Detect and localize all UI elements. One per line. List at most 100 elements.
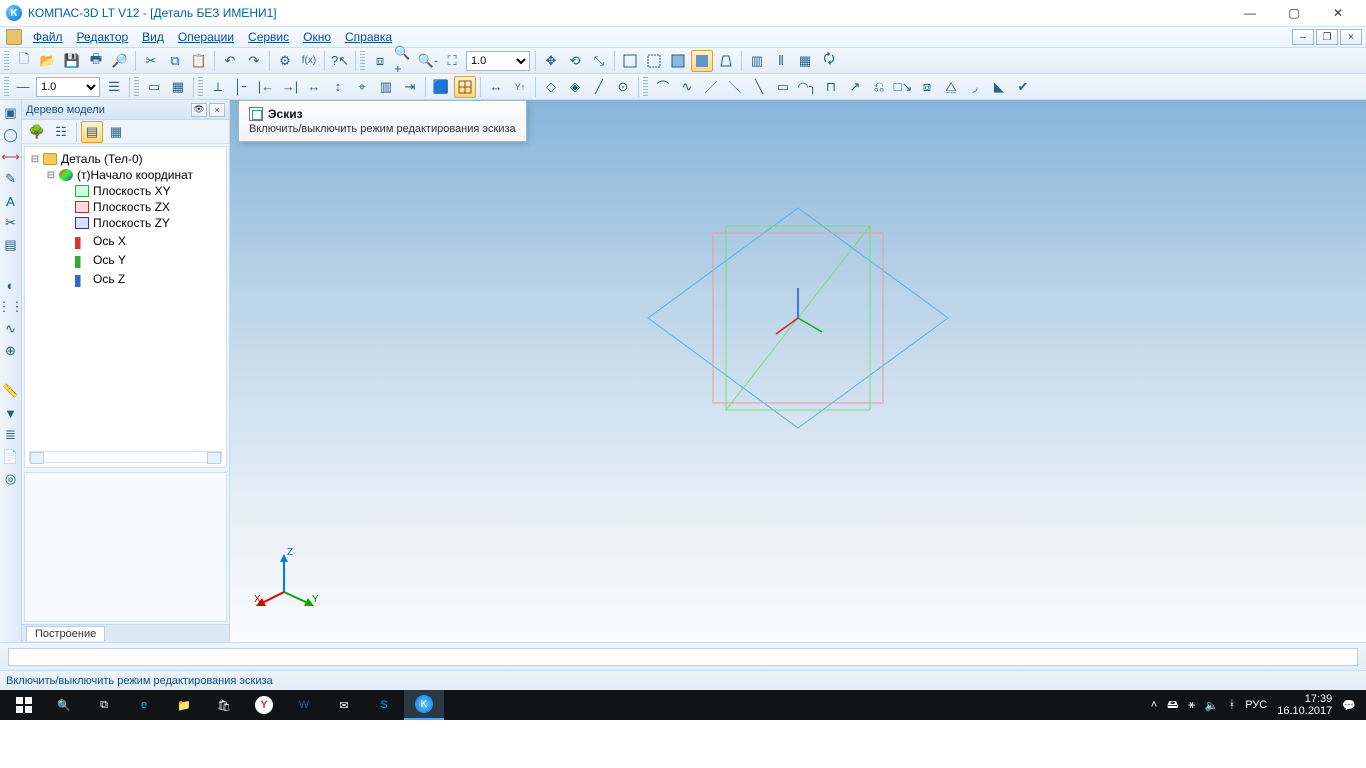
cut-button[interactable]: ✂ (140, 50, 162, 72)
color-fill-button[interactable]: 🟦 (430, 76, 452, 98)
curve-project-button[interactable]: □↘ (892, 76, 914, 98)
filters-button[interactable]: ▼ (1, 403, 21, 423)
curve-polyline-button[interactable]: ＼ (724, 76, 746, 98)
measure-button[interactable]: 📏 (1, 381, 21, 401)
line-style-button[interactable]: — (13, 76, 33, 98)
viewport-3d[interactable]: Эскиз Включить/выключить режим редактиро… (230, 100, 1366, 642)
sketch-mode-button[interactable] (454, 76, 476, 98)
toolbar-grip[interactable] (643, 77, 648, 97)
variables-button[interactable]: f(x) (298, 50, 320, 72)
mdi-minimize-button[interactable]: – (1292, 29, 1314, 45)
wireframe-button[interactable] (619, 50, 641, 72)
elements-button[interactable]: ◎ (1, 469, 21, 489)
curve-chamfer-button[interactable]: ◣ (988, 76, 1010, 98)
open-button[interactable]: 📂 (37, 50, 59, 72)
dim-horizontal-button[interactable]: ↔ (485, 76, 507, 98)
window-maximize-button[interactable]: ▢ (1272, 0, 1316, 26)
curve-offset-button[interactable]: ◠╮ (796, 76, 818, 98)
mdi-close-button[interactable]: × (1340, 29, 1362, 45)
param-button[interactable]: ▤ (1, 235, 21, 255)
curve-spline-button[interactable]: ∿ (676, 76, 698, 98)
shaded-button[interactable] (691, 50, 713, 72)
hidden-lines-button[interactable] (643, 50, 665, 72)
curve-extend-button[interactable]: ↗ (844, 76, 866, 98)
explorer-button[interactable]: 📁 (164, 690, 204, 720)
redo-button[interactable]: ↷ (243, 50, 265, 72)
toolbar-grip[interactable] (134, 77, 139, 97)
tree-hscroll[interactable] (29, 451, 222, 463)
curve-relation-button[interactable]: ⧈ (916, 76, 938, 98)
mdi-restore-button[interactable]: ❐ (1316, 29, 1338, 45)
tray-network-icon[interactable]: ⚹ (1188, 699, 1195, 712)
curve-mirror-button[interactable]: ⧋ (940, 76, 962, 98)
store-button[interactable]: 🛍 (204, 690, 244, 720)
tree-tab-build[interactable]: Построение (26, 626, 105, 641)
start-button[interactable] (4, 690, 44, 720)
array-button[interactable]: ⋮⋮ (1, 297, 21, 317)
tree-plane-xy[interactable]: Плоскость XY (61, 183, 224, 199)
save-button[interactable]: 💾 (61, 50, 83, 72)
paste-button[interactable]: 📋 (188, 50, 210, 72)
dims-button[interactable]: ⟷ (1, 147, 21, 167)
menu-ops[interactable]: Операции (171, 28, 241, 46)
tree-axis-y[interactable]: Ось Y (61, 250, 224, 269)
snap-tangent-button[interactable]: ↔ (303, 76, 325, 98)
menu-help[interactable]: Справка (338, 28, 399, 46)
toolbar-grip[interactable] (4, 77, 9, 97)
menu-edit[interactable]: Редактор (70, 28, 136, 46)
tray-clock[interactable]: 17:39 16.10.2017 (1277, 693, 1332, 717)
curve-fillet-button[interactable]: ◞ (964, 76, 986, 98)
toolbar-grip[interactable] (4, 51, 9, 71)
help-context-button[interactable]: ?↖ (329, 50, 351, 72)
snap-nearest-button[interactable]: ⌖ (351, 76, 373, 98)
menu-window[interactable]: Окно (296, 28, 338, 46)
print-button[interactable]: 🖶 (85, 50, 107, 72)
window-close-button[interactable]: ✕ (1316, 0, 1360, 26)
tree-pin-button[interactable]: 👁 (191, 103, 207, 117)
menu-view[interactable]: Вид (135, 28, 171, 46)
surface-button[interactable]: ◐ (1, 275, 21, 295)
window-minimize-button[interactable]: — (1228, 0, 1272, 26)
word-button[interactable]: W (284, 690, 324, 720)
tree-origin[interactable]: ⊟(т)Начало координат (45, 167, 224, 183)
tray-battery-icon[interactable]: 🖴 (1167, 696, 1178, 715)
command-input[interactable] (8, 648, 1358, 666)
orient-button[interactable]: ⤡ (588, 50, 610, 72)
aux-plane2-button[interactable]: ◈ (564, 76, 586, 98)
curve-break-button[interactable]: ⎌ (868, 76, 890, 98)
aux-axis-button[interactable]: ╱ (588, 76, 610, 98)
geom-button[interactable]: ◯ (1, 125, 21, 145)
snap-end-button[interactable]: ⟂ (207, 76, 229, 98)
tray-bt-icon[interactable]: ᚼ (1229, 699, 1236, 711)
tree-btn-1[interactable]: 🌳 (26, 121, 48, 143)
yandex-button[interactable]: Y (244, 690, 284, 720)
symbols-button[interactable]: ✎ (1, 169, 21, 189)
helper-geom-button[interactable]: ⊕ (1, 341, 21, 361)
zoom-out-button[interactable]: 🔍- (417, 50, 439, 72)
snap-mid-button[interactable]: │╴ (231, 76, 253, 98)
menu-service[interactable]: Сервис (241, 28, 296, 46)
toolbar-grip[interactable] (198, 77, 203, 97)
snap-extension-button[interactable]: ⇥ (399, 76, 421, 98)
constraints-button[interactable]: A (1, 191, 21, 211)
preview-button[interactable]: 🔎 (109, 50, 131, 72)
copy-button[interactable]: ⧉ (164, 50, 186, 72)
tray-up-icon[interactable]: ˄ (1151, 699, 1157, 711)
menu-file[interactable]: Файл (26, 28, 70, 46)
skype-button[interactable]: S (364, 690, 404, 720)
tree-body[interactable]: ⊟Деталь (Тел-0) ⊟(т)Начало координат Пло… (24, 146, 227, 468)
zoom-in-button[interactable]: 🔍+ (393, 50, 415, 72)
spec-button[interactable]: ≣ (1, 425, 21, 445)
tray-notifications-icon[interactable]: 💬 (1342, 699, 1356, 712)
tree-btn-2[interactable]: ☷ (50, 121, 72, 143)
snap-intersect-button[interactable]: →| (279, 76, 301, 98)
mail-button[interactable]: ✉ (324, 690, 364, 720)
tray-lang[interactable]: РУС (1245, 699, 1267, 711)
zoom-fit-button[interactable]: ⛶ (441, 50, 463, 72)
toolbar-grip[interactable] (360, 51, 365, 71)
edit-button[interactable]: ✂ (1, 213, 21, 233)
undo-button[interactable]: ↶ (219, 50, 241, 72)
shaded-edges-button[interactable] (667, 50, 689, 72)
tree-root[interactable]: ⊟Деталь (Тел-0) (29, 151, 224, 167)
curve-rect-button[interactable]: ▭ (772, 76, 794, 98)
